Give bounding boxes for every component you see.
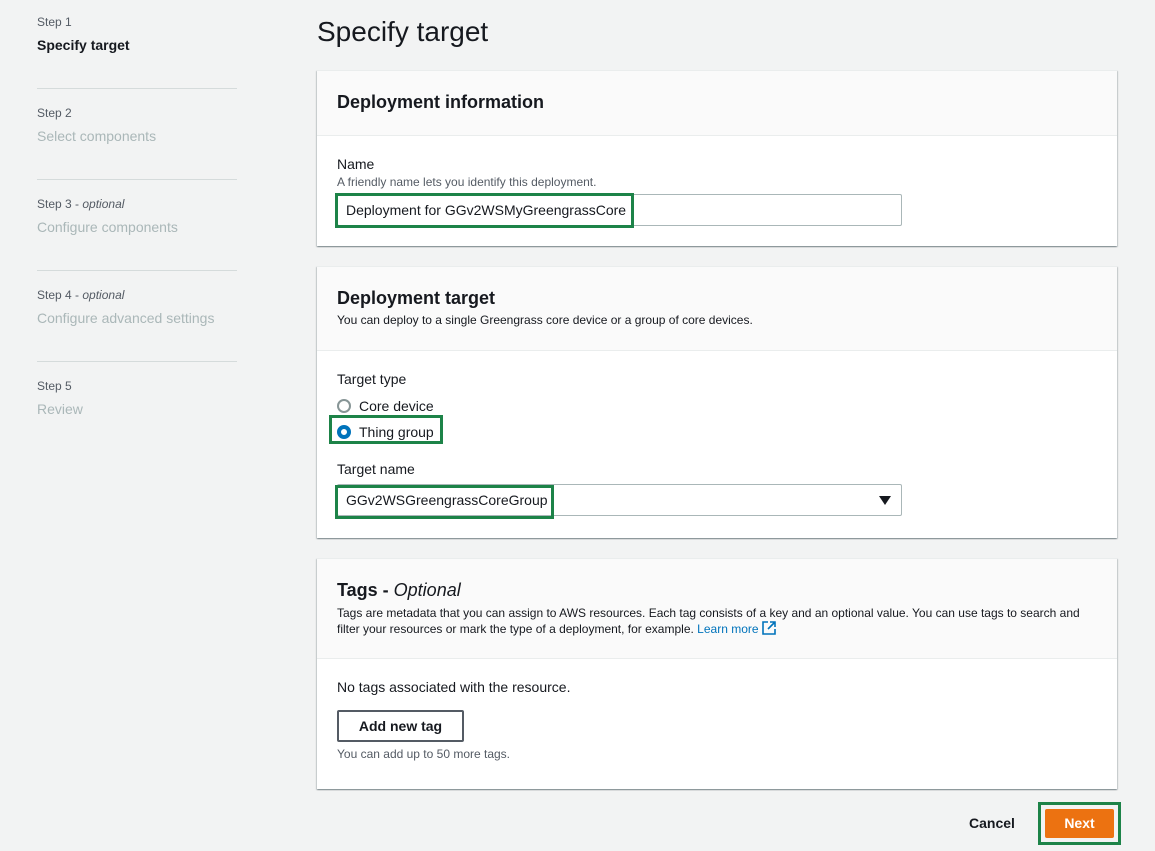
target-type-label: Target type bbox=[337, 371, 407, 387]
step-4-number: Step 4 - optional bbox=[37, 288, 125, 302]
page-title: Specify target bbox=[317, 16, 489, 47]
step-4-title: Configure advanced settings bbox=[37, 310, 215, 326]
tags-limit-text: You can add up to 50 more tags. bbox=[337, 747, 511, 761]
panel-heading: Tags - Optional bbox=[337, 580, 461, 600]
radio-core-device[interactable]: Core device bbox=[337, 393, 1097, 419]
thing-group-highlight-box bbox=[329, 415, 443, 444]
external-link-icon bbox=[761, 621, 776, 635]
next-button[interactable]: Next bbox=[1045, 809, 1114, 838]
cancel-button[interactable]: Cancel bbox=[969, 815, 1015, 831]
step-4[interactable]: Step 4 - optional Configure advanced set… bbox=[37, 287, 237, 362]
panel-heading: Deployment information bbox=[337, 92, 545, 112]
name-help-text: A friendly name lets you identify this d… bbox=[337, 175, 597, 189]
step-3-number: Step 3 - optional bbox=[37, 197, 125, 211]
optional-label: Optional bbox=[393, 580, 461, 600]
add-new-tag-button[interactable]: Add new tag bbox=[337, 710, 464, 742]
name-label: Name bbox=[337, 156, 375, 172]
panel-header: Deployment target You can deploy to a si… bbox=[317, 267, 1117, 351]
panel-description: You can deploy to a single Greengrass co… bbox=[337, 313, 753, 327]
name-highlight-box bbox=[335, 193, 634, 228]
panel-description: Tags are metadata that you can assign to… bbox=[337, 606, 1080, 636]
step-2[interactable]: Step 2 Select components bbox=[37, 105, 237, 180]
no-tags-text: No tags associated with the resource. bbox=[337, 679, 571, 695]
learn-more-link[interactable]: Learn more bbox=[697, 621, 776, 636]
target-name-highlight-box bbox=[335, 485, 554, 519]
radio-unchecked-icon[interactable] bbox=[337, 399, 351, 413]
step-3[interactable]: Step 3 - optional Configure components bbox=[37, 196, 237, 271]
step-3-title: Configure components bbox=[37, 219, 178, 235]
caret-down-icon bbox=[879, 496, 891, 505]
target-name-label: Target name bbox=[337, 461, 415, 477]
step-5-title: Review bbox=[37, 401, 83, 417]
radio-thing-group[interactable]: Thing group bbox=[337, 419, 1097, 445]
step-5-number: Step 5 bbox=[37, 379, 72, 393]
panel-body: No tags associated with the resource. Ad… bbox=[317, 659, 1117, 781]
panel-header: Tags - Optional Tags are metadata that y… bbox=[317, 559, 1117, 659]
step-2-title: Select components bbox=[37, 128, 157, 144]
wizard-steps-nav: Step 1 Specify target Step 2 Select comp… bbox=[37, 14, 237, 453]
add-tag-row: Add new tag bbox=[337, 710, 1097, 742]
step-1-title: Specify target bbox=[37, 37, 130, 53]
radio-label: Core device bbox=[359, 398, 434, 414]
next-highlight-box: Next bbox=[1038, 802, 1121, 845]
step-3-optional: optional bbox=[82, 197, 125, 211]
panel-heading: Deployment target bbox=[337, 288, 496, 308]
step-5[interactable]: Step 5 Review bbox=[37, 378, 237, 453]
tags-panel: Tags - Optional Tags are metadata that y… bbox=[317, 558, 1117, 789]
step-1: Step 1 Specify target bbox=[37, 14, 237, 89]
step-4-optional: optional bbox=[82, 288, 125, 302]
panel-header: Deployment information bbox=[317, 71, 1117, 136]
panel-body: Name A friendly name lets you identify t… bbox=[317, 136, 1117, 246]
step-2-number: Step 2 bbox=[37, 106, 72, 120]
step-1-number: Step 1 bbox=[37, 15, 72, 29]
target-type-radio-group: Core device Thing group bbox=[337, 393, 1097, 445]
